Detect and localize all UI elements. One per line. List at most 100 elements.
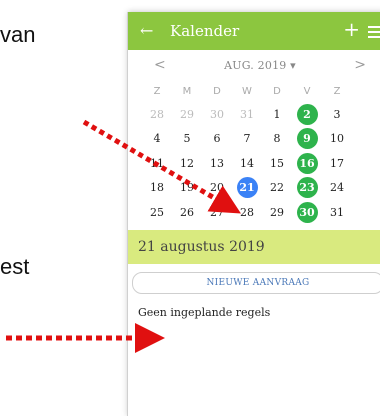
calendar-day[interactable]: 1 <box>262 102 292 126</box>
day-number: 17 <box>330 156 344 170</box>
new-request-button[interactable]: NIEUWE AANVRAAG <box>132 272 380 294</box>
day-number: 25 <box>150 205 164 219</box>
weekday-header: ZMDWDVZ <box>142 80 380 102</box>
calendar-day[interactable]: 31 <box>322 200 352 224</box>
calendar-day[interactable]: 7 <box>232 127 262 151</box>
calendar-day[interactable]: 11 <box>142 151 172 175</box>
calendar-day[interactable]: 28 <box>142 102 172 126</box>
day-number: 10 <box>330 132 344 145</box>
calendar-week-row: 28 29 30 31 1 2 3 <box>142 102 380 126</box>
menu-icon[interactable] <box>368 26 380 41</box>
arrow-left-icon[interactable]: ← <box>140 23 154 39</box>
calendar-day[interactable]: 22 <box>262 176 292 200</box>
day-number: 28 <box>240 205 254 219</box>
calendar-day[interactable]: 13 <box>202 151 232 175</box>
calendar-week-row: 18 19 20 21 22 23 24 <box>142 176 380 200</box>
app-bar: ← Kalender + <box>128 12 380 50</box>
day-number: 31 <box>240 107 254 121</box>
day-number: 16 <box>296 152 318 174</box>
day-number: 19 <box>180 181 194 194</box>
day-number: 15 <box>270 156 284 170</box>
calendar-day[interactable]: 18 <box>142 176 172 200</box>
day-number: 9 <box>296 128 318 149</box>
day-number: 14 <box>240 156 254 170</box>
day-number: 13 <box>210 156 224 170</box>
day-number: 18 <box>150 181 164 194</box>
calendar-day[interactable]: 23 <box>292 176 322 200</box>
no-rules-text: Geen ingeplande regels <box>138 306 271 319</box>
calendar-day[interactable]: 19 <box>172 176 202 200</box>
weekday-label: V <box>303 85 311 97</box>
calendar-day[interactable]: 26 <box>172 200 202 224</box>
weekday-label: M <box>182 85 192 97</box>
calendar-day[interactable]: 20 <box>202 176 232 200</box>
day-number: 29 <box>270 205 284 219</box>
month-navigation: < AUG. 2019 ▾ > <box>128 50 380 80</box>
day-number: 30 <box>210 107 224 121</box>
calendar-week-row: 25 26 27 28 29 30 31 <box>142 200 380 224</box>
next-month-button[interactable]: > <box>354 57 366 73</box>
day-number: 29 <box>180 107 194 121</box>
calendar-day[interactable]: 4 <box>142 127 172 151</box>
calendar-day[interactable]: 29 <box>172 102 202 126</box>
new-request-label: NIEUWE AANVRAAG <box>206 278 310 288</box>
selected-date-label: 21 augustus 2019 <box>138 239 265 255</box>
background-text: van <box>0 22 36 47</box>
day-number: 8 <box>273 132 281 145</box>
calendar-day[interactable]: 29 <box>262 200 292 224</box>
day-number: 24 <box>330 181 344 194</box>
calendar-day[interactable]: 9 <box>292 127 322 151</box>
phone-screen: ← Kalender + < AUG. 2019 ▾ > ZMDWDVZ 28 2… <box>128 12 380 416</box>
day-number: 26 <box>180 205 194 219</box>
day-number: 6 <box>213 132 221 145</box>
day-number: 4 <box>153 132 161 145</box>
calendar-day[interactable]: 2 <box>292 102 322 126</box>
app-title: Kalender <box>170 22 240 40</box>
calendar-day[interactable]: 31 <box>232 102 262 126</box>
calendar-day[interactable]: 5 <box>172 127 202 151</box>
day-number: 22 <box>270 181 284 194</box>
prev-month-button[interactable]: < <box>154 57 166 73</box>
weekday-label: D <box>273 85 281 97</box>
background-text: est <box>0 254 30 279</box>
calendar-day[interactable]: 21 <box>232 176 262 200</box>
add-button[interactable]: + <box>343 19 360 39</box>
calendar-day[interactable]: 30 <box>292 200 322 224</box>
day-number: 1 <box>273 107 281 121</box>
day-number: 28 <box>150 107 164 121</box>
calendar-day[interactable]: 6 <box>202 127 232 151</box>
weekday-label: Z <box>333 85 341 97</box>
calendar-day[interactable]: 15 <box>262 151 292 175</box>
calendar-day[interactable]: 10 <box>322 127 352 151</box>
calendar-week-row: 11 12 13 14 15 16 17 <box>142 151 380 175</box>
month-selector[interactable]: AUG. 2019 ▾ <box>224 59 296 72</box>
calendar-day[interactable]: 12 <box>172 151 202 175</box>
day-number: 3 <box>333 107 341 121</box>
day-number: 7 <box>243 132 251 145</box>
calendar-day[interactable]: 8 <box>262 127 292 151</box>
calendar-grid: ZMDWDVZ 28 29 30 31 1 2 3 4 5 6 7 8 9 10 11 12 13 14 15 16 1… <box>128 80 380 224</box>
calendar-day[interactable]: 27 <box>202 200 232 224</box>
calendar-day[interactable]: 25 <box>142 200 172 224</box>
calendar-day[interactable]: 17 <box>322 151 352 175</box>
day-number: 27 <box>210 205 224 219</box>
calendar-day[interactable]: 14 <box>232 151 262 175</box>
day-number: 12 <box>180 156 194 170</box>
day-number: 21 <box>236 177 258 198</box>
calendar-day[interactable]: 16 <box>292 151 322 175</box>
day-number: 31 <box>330 205 344 219</box>
day-number: 20 <box>210 181 224 194</box>
calendar-day[interactable]: 28 <box>232 200 262 224</box>
calendar-day[interactable]: 30 <box>202 102 232 126</box>
calendar-weeks: 28 29 30 31 1 2 3 4 5 6 7 8 9 10 11 12 13 14 15 16 17 18 19 20 2… <box>142 102 380 224</box>
day-number: 30 <box>296 201 318 223</box>
day-number: 11 <box>150 156 164 170</box>
calendar-day[interactable]: 24 <box>322 176 352 200</box>
selected-date-bar: 21 augustus 2019 <box>128 230 380 264</box>
weekday-label: W <box>242 85 252 97</box>
weekday-label: Z <box>153 85 161 97</box>
calendar-week-row: 4 5 6 7 8 9 10 <box>142 127 380 151</box>
calendar-day[interactable]: 3 <box>322 102 352 126</box>
weekday-label: D <box>213 85 221 97</box>
day-number: 2 <box>296 103 318 125</box>
